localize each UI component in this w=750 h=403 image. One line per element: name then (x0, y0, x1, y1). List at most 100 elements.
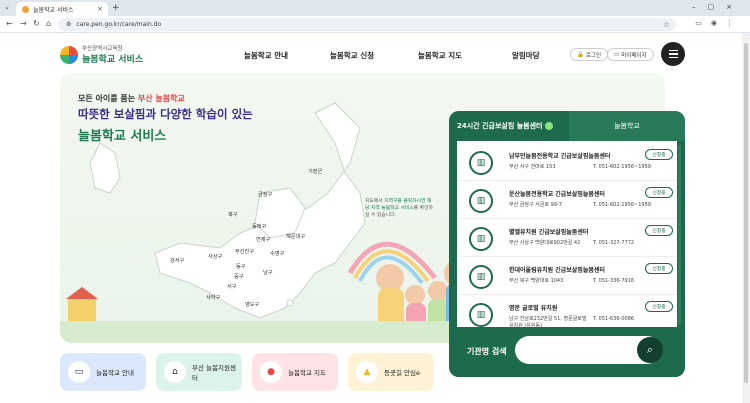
map-note-a: 지도에서 (365, 199, 383, 204)
center-phone: T. 051-636-0086 (593, 316, 635, 322)
login-label: 로그인 (585, 52, 602, 59)
region-yeongdo[interactable]: 영도구 (245, 301, 259, 308)
apply-badge[interactable]: 신청중 (645, 301, 673, 312)
region-yeonje[interactable]: 연제구 (256, 236, 270, 243)
center-address: 부산 서구 천마로 153 (509, 164, 556, 170)
scrollbar-thumb[interactable] (744, 43, 748, 383)
building-icon: ▥ (469, 265, 493, 289)
logo-org-name: 부산광역시교육청 (82, 46, 123, 52)
apply-badge[interactable]: 신청중 (645, 225, 673, 236)
region-jung[interactable]: 중구 (234, 273, 244, 280)
region-nam[interactable]: 남구 (263, 269, 273, 276)
center-name: 운산늘봄전용학교 긴급보살핌늘봄센터 (509, 191, 605, 198)
mypage-label: 마이페이지 (621, 52, 647, 59)
page-scrollbar[interactable] (742, 33, 750, 403)
center-address: 남구 진남로232번길 51, 명문글로벌유치원 (유원동) (509, 316, 587, 327)
login-button[interactable]: 🔒 로그인 (570, 48, 609, 61)
center-address: 부산 사상구 백양대로902번길 42 (509, 240, 581, 246)
hamburger-menu-button[interactable] (661, 42, 685, 66)
center-phone: T. 051-602-1956~1959 (593, 164, 651, 170)
plus-circle-icon (545, 122, 554, 130)
new-tab-icon[interactable]: + (112, 3, 120, 13)
center-address: 부산 북구 백양대로 1043 (509, 278, 564, 284)
region-geumjeong[interactable]: 금정구 (258, 191, 272, 198)
center-phone: T. 051-602-1956~1959 (593, 202, 651, 208)
window-controls[interactable]: –▢× (692, 3, 744, 11)
panel-tabs: 24시간 긴급보살핌 늘봄센터 늘봄학교 (449, 111, 685, 141)
region-gijang[interactable]: 기장군 (308, 168, 322, 175)
list-item[interactable]: ▥ 운산늘봄전용학교 긴급보살핌늘봄센터 부산 금정구 서금로 99-7 T. … (457, 183, 677, 219)
forward-icon[interactable]: → (20, 19, 27, 28)
building-icon: ▥ (469, 189, 493, 213)
quick-guide-button[interactable]: ▭ 늘봄학교 안내 (60, 353, 146, 391)
nav-map[interactable]: 늘봄학교 지도 (418, 50, 462, 61)
nav-guide[interactable]: 늘봄학교 안내 (244, 50, 288, 61)
url-text: care.pen.go.kr/care/main.do (76, 21, 162, 28)
quick-safe-commute-button[interactable]: ▲ 등굣길 안심e (348, 353, 434, 391)
browser-toolbar-icons[interactable]: ▭◉⋮ (695, 19, 742, 27)
building-icon: ▥ (469, 227, 493, 251)
quick-support-label: 부산 늘봄지원센터 (192, 364, 236, 382)
list-item[interactable]: ▥ 명문 글로벌 유치원 남구 진남로232번길 51, 명문글로벌유치원 (유… (457, 297, 677, 327)
search-label: 기관명 검색 (467, 347, 507, 356)
region-seo[interactable]: 서구 (227, 283, 237, 290)
center-address: 부산 금정구 서금로 99-7 (509, 202, 562, 208)
favicon-icon (22, 5, 29, 13)
institution-search: 기관명 검색 ⌕ (449, 327, 685, 377)
center-name: 남부민늘봄전용학교 긴급보살핌늘봄센터 (509, 153, 611, 160)
tab-neulbom-school[interactable]: 늘봄학교 (569, 111, 685, 141)
house-icon: ⌂ (164, 361, 186, 383)
quick-map-button[interactable]: ● 늘봄학교 지도 (252, 353, 338, 391)
region-saha[interactable]: 사하구 (206, 294, 220, 301)
apply-badge[interactable]: 신청중 (645, 263, 673, 274)
list-scrollbar[interactable] (678, 145, 681, 325)
nav-apply[interactable]: 늘봄학교 신청 (330, 50, 374, 61)
nav-notice[interactable]: 알림마당 (512, 50, 540, 61)
monitor-icon: ▭ (68, 361, 90, 383)
quick-guide-label: 늘봄학교 안내 (96, 369, 134, 377)
list-item[interactable]: ▥ 한대어울림유치원 긴급보살핌늘봄센터 부산 북구 백양대로 1043 T. … (457, 259, 677, 295)
center-name: 별엘유치원 긴급보살핌늘봄센터 (509, 229, 589, 236)
apply-badge[interactable]: 신청중 (645, 187, 673, 198)
building-icon: ▥ (469, 151, 493, 175)
folder-icon: ▭ (614, 51, 620, 58)
region-suyeong[interactable]: 수영구 (270, 250, 284, 257)
logo-emblem-icon (60, 45, 78, 64)
back-icon[interactable]: ← (6, 19, 13, 28)
tab-emergency-label: 24시간 긴급보살핌 늘봄센터 (457, 122, 543, 130)
region-gangseo[interactable]: 강서구 (170, 257, 184, 264)
web-page: 부산광역시교육청 늘봄학교 서비스 늘봄학교 안내 늘봄학교 신청 늘봄학교 지… (0, 33, 742, 403)
logo-main: 늘봄학교 (82, 55, 116, 65)
list-item[interactable]: ▥ 별엘유치원 긴급보살핌늘봄센터 부산 사상구 백양대로902번길 42 T.… (457, 221, 677, 257)
bookmark-star-icon[interactable]: ☆ (663, 20, 670, 29)
apply-badge[interactable]: 신청중 (645, 149, 673, 160)
region-haeundae[interactable]: 해운대구 (286, 233, 305, 240)
url-field[interactable]: ⚙ care.pen.go.kr/care/main.do ☆ (58, 18, 676, 31)
region-dong[interactable]: 동구 (236, 263, 246, 270)
site-logo[interactable]: 부산광역시교육청 늘봄학교 서비스 (60, 44, 143, 65)
center-phone: T. 051-327-7772 (593, 240, 635, 246)
emergency-care-panel: 24시간 긴급보살핌 늘봄센터 늘봄학교 ▥ 남부민늘봄전용학교 긴급보살핌늘봄… (449, 111, 685, 377)
map-pin-icon: ● (260, 361, 282, 383)
list-item[interactable]: ▥ 남부민늘봄전용학교 긴급보살핌늘봄센터 부산 서구 천마로 153 T. 0… (457, 145, 677, 181)
logo-service-name: 늘봄학교 서비스 (82, 52, 143, 65)
quick-safe-label: 등굣길 안심e (384, 369, 420, 377)
reload-icon[interactable]: ↻ (33, 19, 40, 28)
close-tab-icon[interactable]: × (97, 5, 103, 13)
center-name: 한대어울림유치원 긴급보살핌늘봄센터 (509, 267, 605, 274)
browser-tab[interactable]: 늘봄학교 서비스 × (16, 2, 108, 16)
region-sasang[interactable]: 사상구 (208, 253, 222, 260)
tab-title: 늘봄학교 서비스 (33, 6, 74, 14)
logo-suffix: 서비스 (118, 55, 144, 65)
site-info-icon[interactable]: ⚙ (66, 21, 71, 28)
quick-support-center-button[interactable]: ⌂ 부산 늘봄지원센터 (156, 353, 242, 391)
region-buk[interactable]: 북구 (228, 211, 238, 218)
map-instruction: 지도에서 지역구를 클릭하시면 해당 지역 늘봄학교 서비스를 확인하실 수 있… (365, 198, 435, 219)
region-busanjin[interactable]: 부산진구 (235, 248, 254, 255)
home-icon[interactable]: ⌂ (46, 19, 51, 28)
tab-emergency-center[interactable]: 24시간 긴급보살핌 늘봄센터 (449, 111, 569, 141)
mypage-button[interactable]: ▭ 마이페이지 (607, 48, 654, 61)
region-dongnae[interactable]: 동래구 (252, 223, 266, 230)
search-icon[interactable]: ⌕ (637, 337, 663, 363)
tab-list-icon[interactable]: ⌄ (4, 3, 10, 11)
